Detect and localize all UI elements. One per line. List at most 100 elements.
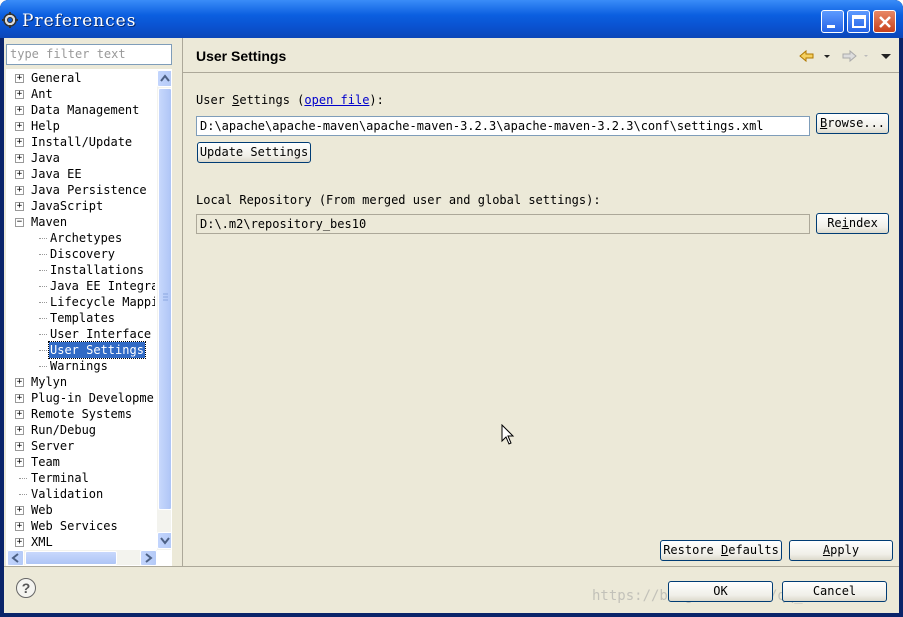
forward-arrow-icon[interactable]	[842, 49, 857, 63]
tree-item[interactable]: − Maven	[7, 214, 155, 230]
tree-item-label: XML	[31, 535, 53, 549]
tree-item[interactable]: + Web	[7, 502, 155, 518]
collapse-icon[interactable]: −	[15, 218, 24, 227]
scroll-down-button[interactable]	[157, 532, 171, 549]
tree-item-label: Java EE	[31, 167, 82, 181]
tree-item-label: Warnings	[50, 359, 108, 373]
close-button[interactable]	[873, 10, 896, 33]
open-file-link[interactable]: open file	[304, 93, 369, 107]
tree-item[interactable]: + Run/Debug	[7, 422, 155, 438]
scroll-thumb[interactable]	[158, 88, 171, 510]
browse-button[interactable]: Browse...	[816, 113, 889, 134]
maximize-button[interactable]	[847, 10, 870, 33]
footer-separator	[4, 566, 899, 567]
scroll-right-button[interactable]	[140, 550, 157, 565]
tree-item[interactable]: + Java	[7, 150, 155, 166]
expand-icon[interactable]: +	[15, 522, 24, 531]
tree-items: + General + Ant + Data Management + Help + Instal…	[7, 70, 155, 550]
update-settings-button[interactable]: Update Settings	[197, 142, 311, 163]
tree-item[interactable]: + Ant	[7, 86, 155, 102]
tree-item-label: Run/Debug	[31, 423, 97, 437]
tree-item-label: Web	[31, 503, 53, 517]
tree-item[interactable]: + Team	[7, 454, 155, 470]
reindex-button[interactable]: Reindex	[816, 213, 889, 234]
expand-icon[interactable]: +	[15, 426, 24, 435]
tree-item[interactable]: Discovery	[7, 246, 155, 262]
expand-icon[interactable]: +	[15, 154, 24, 163]
tree-item[interactable]: Warnings	[7, 358, 155, 374]
expand-icon[interactable]: +	[15, 378, 24, 387]
expand-icon[interactable]: +	[15, 202, 24, 211]
tree-horizontal-scrollbar[interactable]	[7, 550, 157, 565]
expand-icon[interactable]: +	[15, 106, 24, 115]
expand-icon[interactable]: +	[15, 122, 24, 131]
tree-item-label: Installations	[50, 263, 144, 277]
back-arrow-icon[interactable]	[799, 49, 814, 63]
tree-connector	[39, 366, 47, 367]
tree-item[interactable]: + Help	[7, 118, 155, 134]
navigation-toolbar	[799, 49, 891, 63]
tree-item[interactable]: + XML	[7, 534, 155, 550]
tree-item[interactable]: + Remote Systems	[7, 406, 155, 422]
tree-item[interactable]: Validation	[7, 486, 155, 502]
tree-item[interactable]: + Server	[7, 438, 155, 454]
tree-item[interactable]: Templates	[7, 310, 155, 326]
expand-icon[interactable]: +	[15, 138, 24, 147]
tree-item[interactable]: + Install/Update	[7, 134, 155, 150]
tree-item[interactable]: + Java EE	[7, 166, 155, 182]
local-repository-path-field: D:\.m2\repository_bes10	[196, 214, 810, 234]
tree-item[interactable]: + Java Persistence	[7, 182, 155, 198]
scroll-left-button[interactable]	[7, 550, 24, 565]
chevron-left-icon	[11, 553, 19, 563]
view-menu-icon[interactable]	[881, 54, 891, 59]
close-icon	[879, 16, 891, 28]
minimize-button[interactable]	[821, 10, 844, 33]
tree-item[interactable]: Installations	[7, 262, 155, 278]
mouse-cursor-icon	[501, 424, 515, 445]
tree-item[interactable]: + Mylyn	[7, 374, 155, 390]
tree-item-label: Install/Update	[31, 135, 133, 149]
expand-icon[interactable]: +	[15, 410, 24, 419]
tree-item[interactable]: Lifecycle Mappi	[7, 294, 155, 310]
restore-defaults-button[interactable]: Restore Defaults	[660, 540, 782, 561]
tree-item[interactable]: + Plug-in Developmer	[7, 390, 155, 406]
tree-item[interactable]: + JavaScript	[7, 198, 155, 214]
tree-item[interactable]: + General	[7, 70, 155, 86]
dialog-body: type filter text + General + Ant + Data Manag…	[4, 38, 899, 613]
ok-button[interactable]: OK	[668, 581, 773, 602]
title-bar[interactable]: Preferences	[0, 0, 903, 38]
tree-item-label: JavaScript	[31, 199, 104, 213]
expand-icon[interactable]: +	[15, 90, 24, 99]
scroll-up-button[interactable]	[157, 70, 171, 87]
expand-icon[interactable]: +	[15, 538, 24, 547]
help-icon[interactable]: ?	[16, 578, 36, 598]
expand-icon[interactable]: +	[15, 74, 24, 83]
tree-connector	[39, 286, 47, 287]
tree-item[interactable]: Archetypes	[7, 230, 155, 246]
tree-item-label: Java EE Integra	[50, 279, 155, 293]
apply-button[interactable]: Apply	[789, 540, 893, 561]
cancel-button[interactable]: Cancel	[782, 581, 887, 602]
filter-input[interactable]: type filter text	[6, 44, 172, 65]
user-settings-path-field[interactable]: D:\apache\apache-maven\apache-maven-3.2.…	[196, 116, 810, 136]
tree-item-label: User Interface	[50, 327, 152, 341]
forward-dropdown-icon[interactable]	[864, 55, 868, 57]
tree-item[interactable]: + Data Management	[7, 102, 155, 118]
tree-item[interactable]: User Settings	[7, 341, 155, 359]
tree-item[interactable]: User Interface	[7, 326, 155, 342]
expand-icon[interactable]: +	[15, 394, 24, 403]
expand-icon[interactable]: +	[15, 458, 24, 467]
tree-item[interactable]: + Web Services	[7, 518, 155, 534]
minimize-icon	[827, 25, 835, 28]
user-settings-label: User Settings (open file):	[196, 93, 384, 107]
horizontal-scroll-thumb[interactable]	[25, 551, 117, 565]
tree-item[interactable]: Java EE Integra	[7, 278, 155, 294]
expand-icon[interactable]: +	[15, 186, 24, 195]
expand-icon[interactable]: +	[15, 442, 24, 451]
tree-item[interactable]: Terminal	[7, 470, 155, 486]
back-dropdown-icon[interactable]	[824, 55, 830, 58]
expand-icon[interactable]: +	[15, 170, 24, 179]
tree-vertical-scrollbar[interactable]	[157, 70, 171, 550]
sash-divider[interactable]	[182, 38, 183, 566]
expand-icon[interactable]: +	[15, 506, 24, 515]
